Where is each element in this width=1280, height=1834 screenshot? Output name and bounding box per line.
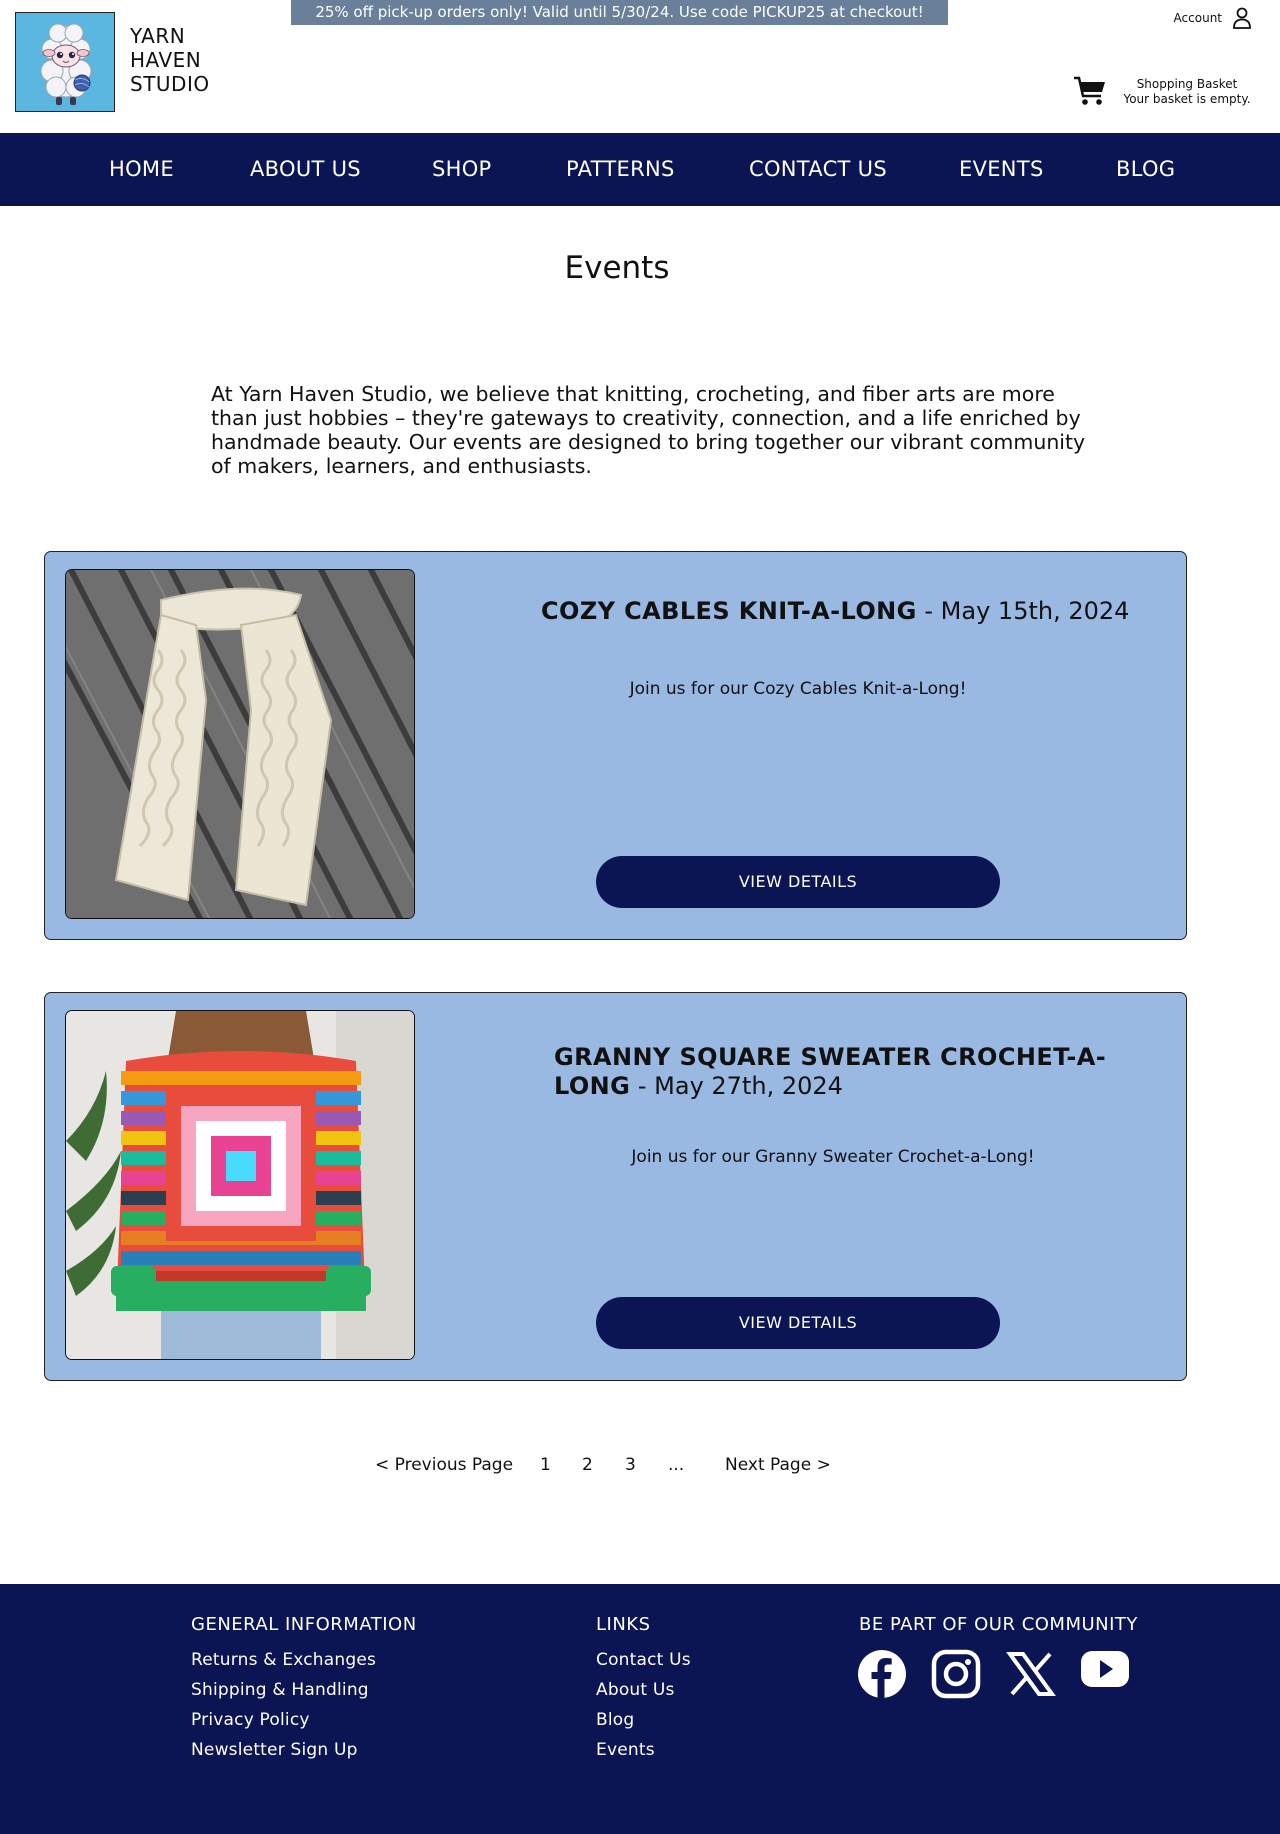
footer-heading-links: LINKS [596,1614,651,1635]
basket-status: Your basket is empty. [1123,92,1251,106]
intro-paragraph: At Yarn Haven Studio, we believe that kn… [211,382,1086,478]
event-date: - May 27th, 2024 [637,1072,843,1100]
shopping-basket-summary[interactable]: Shopping Basket Your basket is empty. [1122,77,1252,107]
view-details-button[interactable]: VIEW DETAILS [596,856,1000,908]
page-title: Events [564,250,670,286]
nav-item-blog[interactable]: BLOG [1116,133,1175,206]
account-link[interactable]: Account [1174,6,1252,30]
footer-link-events[interactable]: Events [596,1740,655,1760]
page-link-1[interactable]: 1 [540,1455,551,1479]
event-description: Join us for our Cozy Cables Knit-a-Long! [629,679,967,699]
event-title: COZY CABLES KNIT-A-LONG - May 15th, 2024 [541,597,1161,626]
granny-sweater-photo-icon [66,1011,414,1359]
logo-line: HAVEN [130,48,202,72]
shopping-cart-icon[interactable] [1073,74,1107,108]
instagram-icon[interactable] [931,1649,981,1699]
event-card: GRANNY SQUARE SWEATER CROCHET-A-LONG - M… [44,992,1187,1381]
footer-link-newsletter[interactable]: Newsletter Sign Up [191,1740,358,1760]
event-title: GRANNY SQUARE SWEATER CROCHET-A-LONG - M… [554,1043,1154,1101]
event-date: - May 15th, 2024 [924,597,1130,625]
x-icon[interactable] [1006,1649,1056,1699]
site-footer: GENERAL INFORMATION Returns & Exchanges … [0,1584,1280,1834]
basket-title: Shopping Basket [1136,77,1238,91]
footer-heading-general: GENERAL INFORMATION [191,1614,417,1635]
logo-image[interactable] [15,12,115,112]
nav-item-events[interactable]: EVENTS [959,133,1044,206]
logo-wordmark[interactable]: YARN HAVEN STUDIO [130,24,210,96]
nav-item-shop[interactable]: SHOP [432,133,492,206]
footer-link-returns[interactable]: Returns & Exchanges [191,1650,376,1670]
nav-item-contact-us[interactable]: CONTACT US [749,133,887,206]
user-icon [1233,7,1251,29]
page-link-2[interactable]: 2 [582,1455,593,1479]
footer-link-privacy[interactable]: Privacy Policy [191,1710,310,1730]
scarf-photo-icon [66,570,414,918]
site-header: YARN HAVEN STUDIO 25% off pick-up orders… [0,0,1280,133]
event-description: Join us for our Granny Sweater Crochet-a… [631,1147,1035,1167]
sheep-logo-icon [16,13,114,111]
promo-banner: 25% off pick-up orders only! Valid until… [291,0,948,25]
footer-link-blog[interactable]: Blog [596,1710,634,1730]
footer-link-about[interactable]: About Us [596,1680,675,1700]
facebook-icon[interactable] [857,1649,907,1699]
logo-line: YARN [130,24,186,48]
footer-link-shipping[interactable]: Shipping & Handling [191,1680,369,1700]
previous-page-link[interactable]: < Previous Page [375,1455,513,1479]
event-image [65,569,415,919]
main-nav: HOME ABOUT US SHOP PATTERNS CONTACT US E… [0,133,1280,206]
pagination-ellipsis: ... [668,1455,685,1475]
footer-heading-community: BE PART OF OUR COMMUNITY [859,1614,1138,1635]
event-image [65,1010,415,1360]
next-page-link[interactable]: Next Page > [725,1455,831,1479]
nav-item-home[interactable]: HOME [109,133,174,206]
nav-item-about-us[interactable]: ABOUT US [250,133,361,206]
event-card: COZY CABLES KNIT-A-LONG - May 15th, 2024… [44,551,1187,940]
logo-line: STUDIO [130,72,210,96]
footer-link-contact[interactable]: Contact Us [596,1650,691,1670]
nav-item-patterns[interactable]: PATTERNS [566,133,675,206]
youtube-icon[interactable] [1080,1644,1130,1694]
page-link-3[interactable]: 3 [625,1455,636,1479]
view-details-button[interactable]: VIEW DETAILS [596,1297,1000,1349]
event-name: COZY CABLES KNIT-A-LONG [541,597,917,625]
account-label: Account [1173,11,1222,25]
